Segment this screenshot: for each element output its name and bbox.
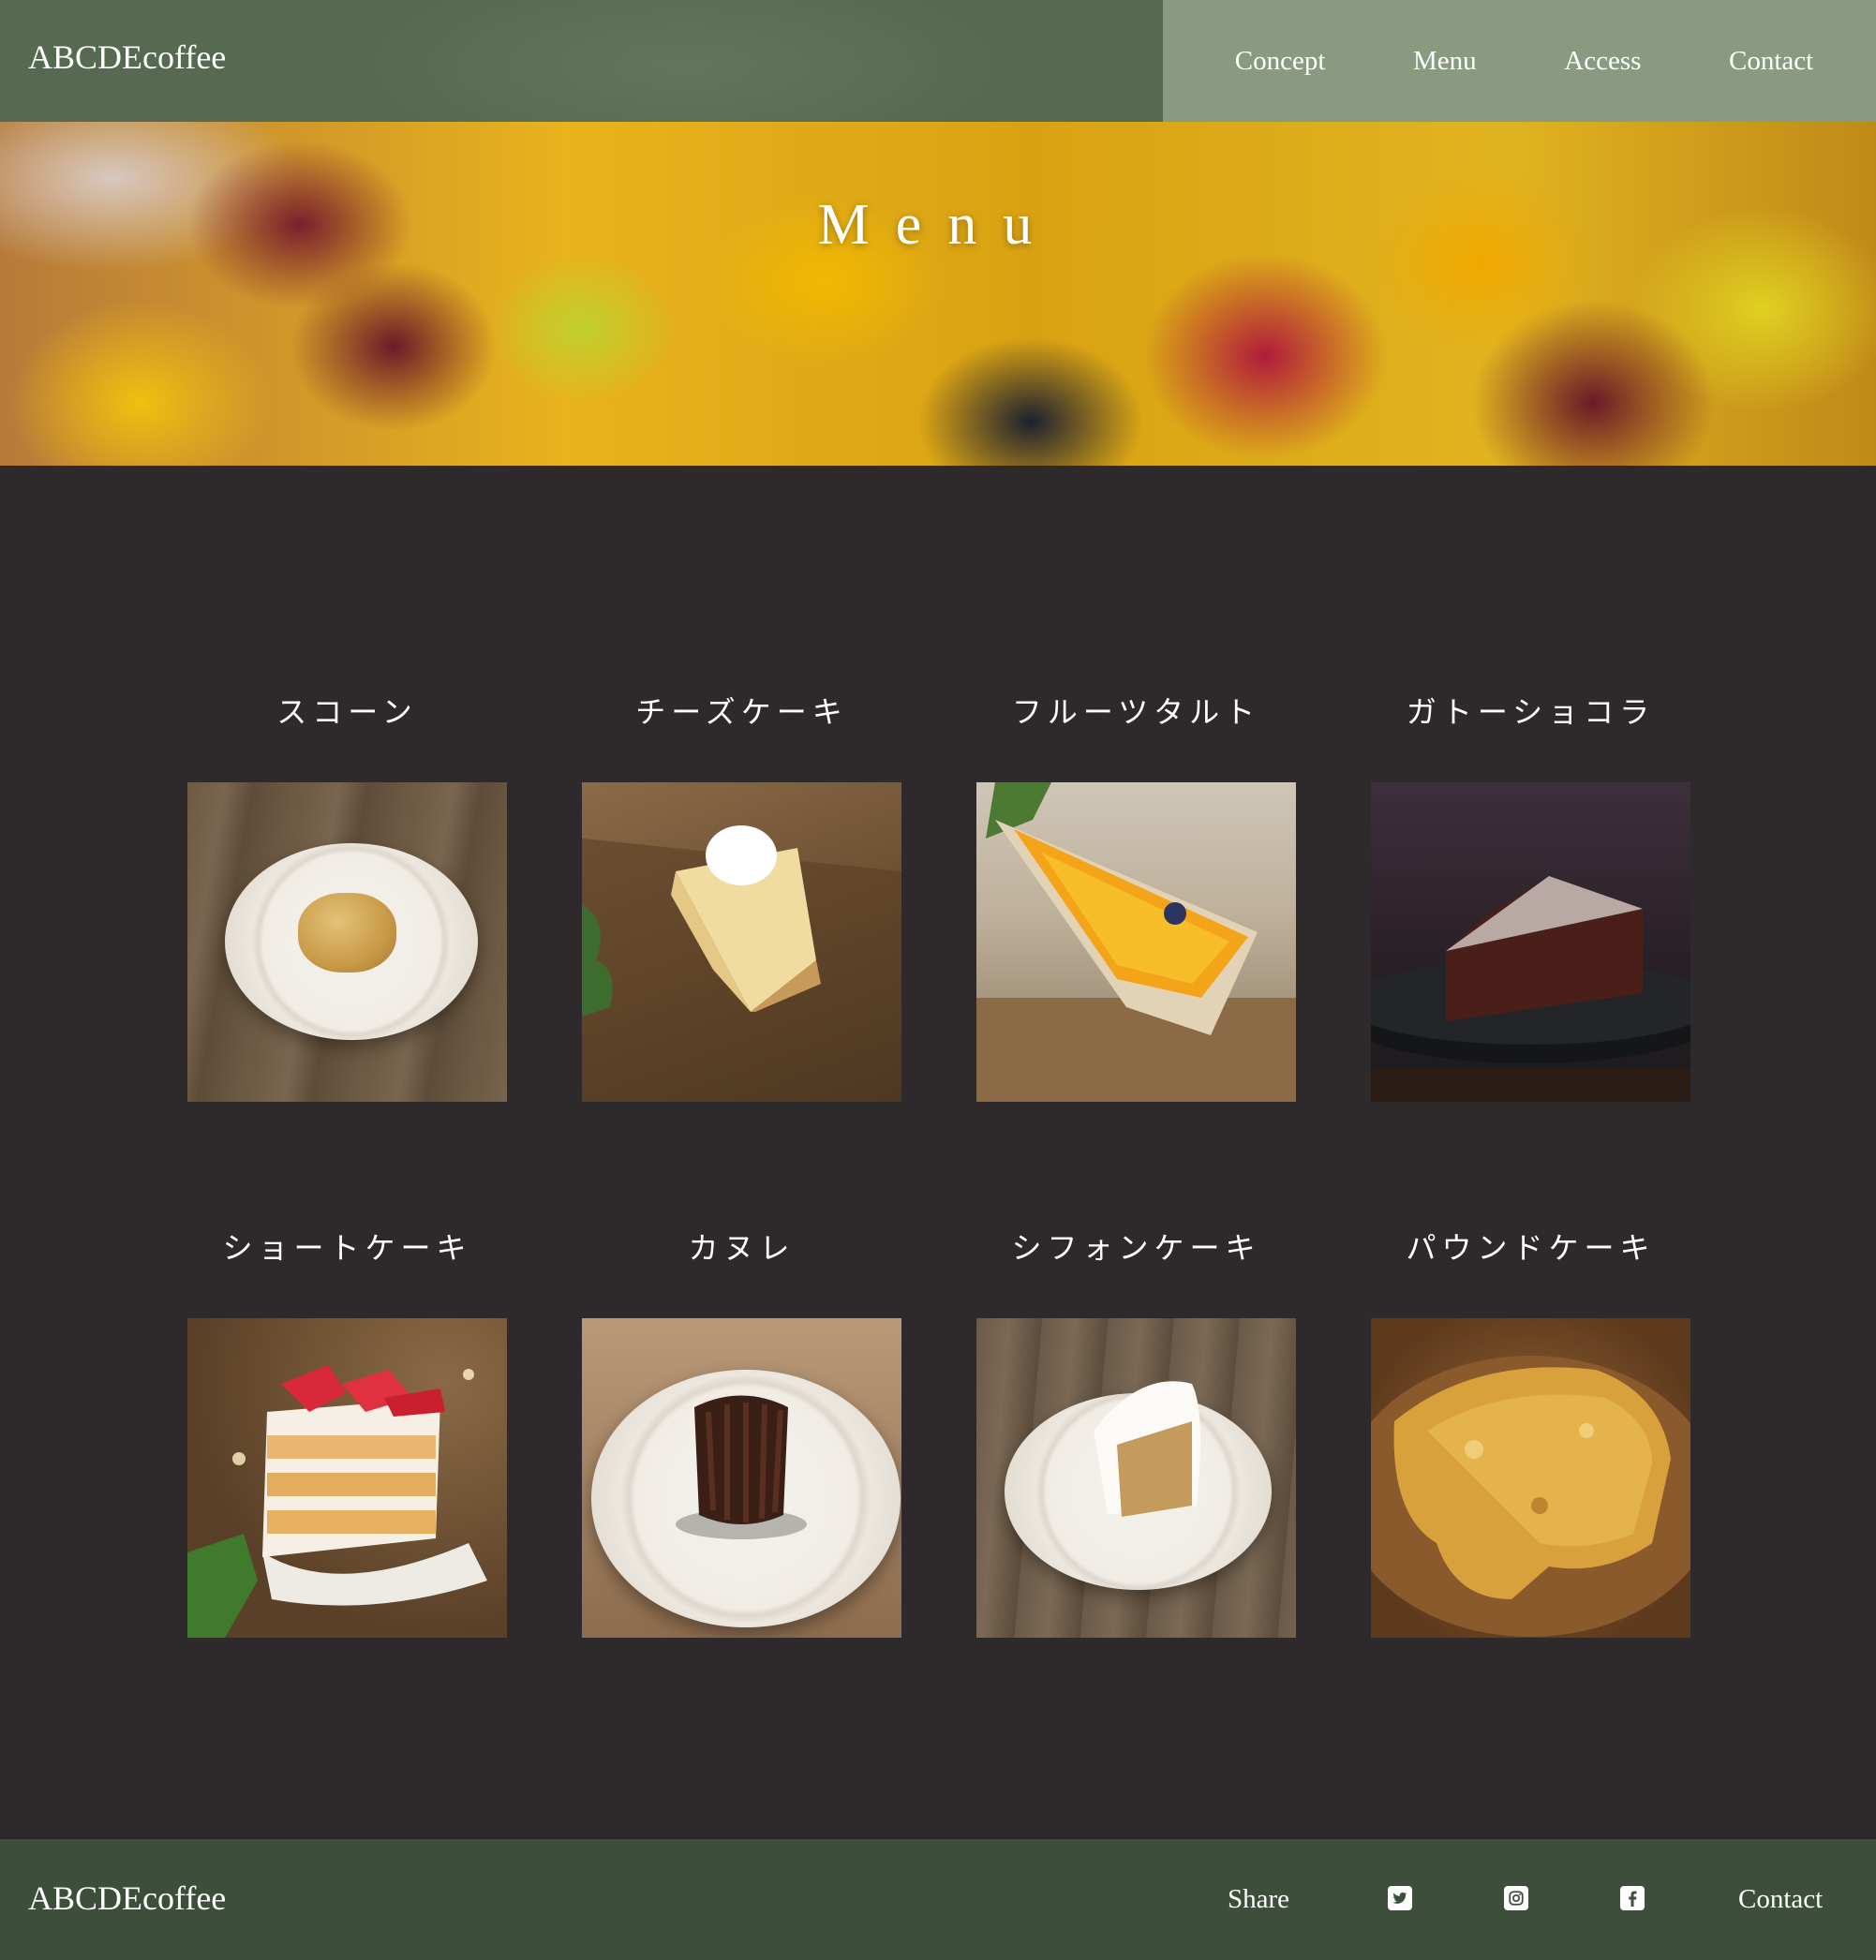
site-header: ABCDEcoffee Concept Menu Access Contact	[0, 0, 1876, 122]
chiffon-cake-photo	[976, 1318, 1296, 1638]
hero-banner: Menu	[0, 122, 1876, 466]
nav-item-menu[interactable]: Menu	[1404, 46, 1486, 77]
nav-item-concept[interactable]: Concept	[1226, 46, 1335, 77]
cheesecake-photo	[582, 782, 901, 1102]
site-footer: ABCDEcoffee Share Contact	[0, 1839, 1876, 1960]
nav-item-contact[interactable]: Contact	[1720, 46, 1823, 77]
menu-item-name: ショートケーキ	[222, 1230, 472, 1266]
menu-item-name: シフォンケーキ	[1011, 1230, 1261, 1266]
page-title: Menu	[817, 193, 1059, 257]
menu-item-name: パウンドケーキ	[1406, 1230, 1656, 1266]
footer-contact-link[interactable]: Contact	[1738, 1884, 1823, 1915]
share-label: Share	[1228, 1884, 1290, 1914]
gateau-chocolat-photo	[1371, 782, 1690, 1102]
footer-logo[interactable]: ABCDEcoffee	[28, 1878, 226, 1918]
menu-item-name: スコーン	[276, 694, 418, 730]
menu-item-name: フルーツタルト	[1011, 694, 1261, 730]
twitter-icon[interactable]	[1388, 1886, 1412, 1910]
canele-photo	[582, 1318, 901, 1638]
menu-item-name: チーズケーキ	[635, 694, 848, 730]
nav-item-access[interactable]: Access	[1555, 46, 1650, 77]
scone-photo	[187, 782, 507, 1102]
main-nav: Concept Menu Access Contact	[1163, 0, 1876, 122]
fruit-tart-photo	[976, 782, 1296, 1102]
pound-cake-photo	[1371, 1318, 1690, 1638]
menu-item-name: ガトーショコラ	[1406, 694, 1656, 730]
shortcake-photo	[187, 1318, 507, 1638]
menu-item-name: カヌレ	[688, 1230, 796, 1266]
header-brand-area: ABCDEcoffee	[0, 0, 1163, 122]
site-logo[interactable]: ABCDEcoffee	[28, 37, 226, 77]
instagram-icon[interactable]	[1504, 1886, 1528, 1910]
facebook-icon[interactable]	[1620, 1886, 1645, 1910]
